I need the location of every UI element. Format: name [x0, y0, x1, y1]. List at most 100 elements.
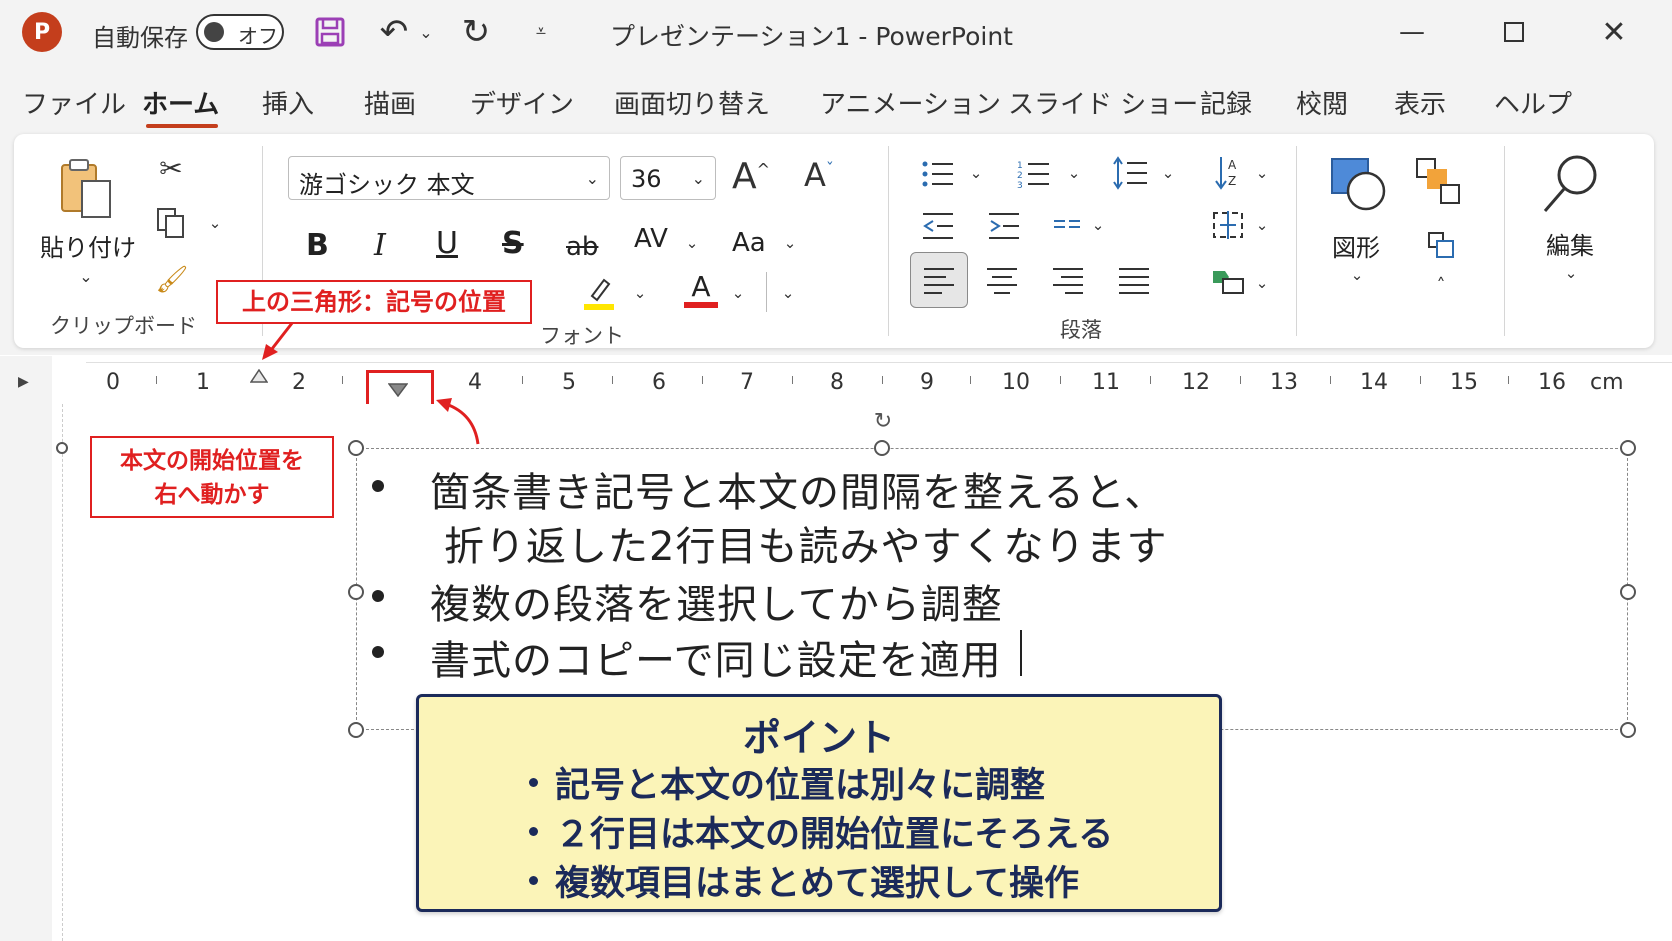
edit-label[interactable]: 編集 — [1546, 226, 1594, 261]
resize-handle[interactable] — [348, 440, 364, 456]
tab-slideshow[interactable]: スライド ショー — [1008, 84, 1198, 121]
chevron-down-icon[interactable]: ⌄ — [1254, 216, 1270, 234]
rotate-handle-icon[interactable]: ↻ — [870, 408, 896, 434]
tab-file[interactable]: ファイル — [22, 84, 126, 121]
tab-review[interactable]: 校閲 — [1296, 84, 1348, 121]
shapes-icon[interactable] — [1326, 154, 1390, 214]
character-spacing-button[interactable]: AV — [634, 224, 668, 254]
decrease-indent-icon[interactable] — [920, 210, 956, 242]
chevron-down-icon[interactable]: ⌄ — [1160, 164, 1176, 182]
chevron-down-icon[interactable]: ⌄ — [1254, 164, 1270, 182]
resize-handle[interactable] — [1620, 584, 1636, 600]
powerpoint-logo-icon: P — [22, 12, 62, 52]
font-size-box[interactable]: 36 ⌄ — [620, 156, 716, 200]
search-icon[interactable] — [1540, 150, 1604, 216]
line-spacing-icon[interactable] — [1112, 156, 1150, 190]
chevron-down-icon[interactable]: ⌄ — [968, 164, 984, 182]
chevron-down-icon[interactable]: ⌄ — [730, 284, 746, 302]
resize-handle[interactable] — [874, 440, 890, 456]
change-case-button[interactable]: Aa — [732, 228, 766, 258]
bullets-icon[interactable] — [920, 158, 956, 190]
align-text-icon[interactable] — [1210, 208, 1246, 242]
copy-icon[interactable] — [154, 206, 188, 240]
point-item: 複数項目はまとめて選択して操作 — [555, 864, 1079, 904]
tab-home[interactable]: ホーム — [142, 84, 219, 121]
tab-animations[interactable]: アニメーション — [820, 84, 1001, 121]
horizontal-ruler[interactable] — [86, 362, 1672, 402]
shrink-font-button[interactable]: Aˇ — [804, 156, 834, 194]
arrange-icon[interactable] — [1414, 156, 1464, 208]
increase-indent-icon[interactable] — [986, 210, 1022, 242]
resize-handle[interactable] — [348, 584, 364, 600]
resize-handle[interactable] — [348, 722, 364, 738]
quick-styles-icon[interactable] — [1426, 230, 1456, 260]
shadow-button[interactable]: S — [502, 226, 524, 261]
grow-font-button[interactable]: A^ — [732, 156, 770, 197]
paste-icon[interactable] — [54, 156, 118, 222]
save-icon[interactable] — [312, 14, 348, 50]
text-cursor — [1020, 630, 1022, 676]
resize-handle[interactable] — [1620, 722, 1636, 738]
text-direction-icon[interactable]: AZ — [1212, 152, 1246, 192]
font-color-button[interactable]: A — [684, 272, 718, 308]
font-name-box[interactable]: 游ゴシック 本文 ⌄ — [288, 156, 610, 200]
chevron-down-icon[interactable]: ⌄ — [1254, 274, 1270, 292]
paste-label[interactable]: 貼り付け — [40, 228, 136, 263]
chevron-up-icon[interactable]: ˄ — [1432, 275, 1450, 296]
underline-button[interactable]: U — [436, 226, 458, 261]
ruler-number: 5 — [562, 370, 576, 395]
tab-transitions[interactable]: 画面切り替え — [614, 84, 770, 121]
chevron-down-icon[interactable]: ⌄ — [1066, 164, 1082, 182]
chevron-down-icon[interactable]: ⌄ — [1562, 264, 1580, 282]
first-line-indent-marker[interactable] — [249, 368, 269, 383]
align-center-icon[interactable] — [984, 264, 1020, 296]
tab-draw[interactable]: 描画 — [364, 84, 416, 121]
font-dialog-icon[interactable]: ⌄ — [780, 284, 796, 302]
tab-design[interactable]: デザイン — [470, 84, 574, 121]
copy-dropdown-icon[interactable]: ⌄ — [206, 214, 224, 232]
cut-icon[interactable]: ✂ — [156, 150, 186, 186]
minimize-button[interactable]: — — [1392, 14, 1432, 50]
shapes-label[interactable]: 図形 — [1332, 228, 1380, 263]
chevron-down-icon[interactable]: ⌄ — [1090, 216, 1106, 234]
tab-help[interactable]: ヘルプ — [1494, 84, 1572, 121]
tab-view[interactable]: 表示 — [1394, 84, 1446, 121]
align-right-icon[interactable] — [1050, 264, 1086, 296]
columns-icon[interactable] — [1052, 212, 1082, 240]
thumbnail-expand-icon[interactable]: ▶ — [18, 374, 29, 390]
separator — [888, 146, 889, 336]
customize-qat-icon[interactable]: ⩡ — [528, 18, 554, 44]
align-left-button[interactable] — [910, 252, 968, 308]
chevron-down-icon[interactable]: ⌄ — [1348, 266, 1366, 284]
highlight-icon[interactable] — [582, 274, 616, 312]
bold-button[interactable]: B — [306, 228, 329, 263]
chevron-down-icon: ⌄ — [691, 169, 705, 188]
strikethrough-button[interactable]: ab — [566, 232, 598, 262]
ruler-number: 1 — [196, 370, 210, 395]
paste-dropdown-icon[interactable]: ⌄ — [76, 266, 96, 286]
bullet-dot — [372, 590, 384, 602]
tab-record[interactable]: 記録 — [1200, 84, 1252, 121]
justify-icon[interactable] — [1116, 264, 1152, 296]
italic-button[interactable]: I — [374, 228, 386, 263]
resize-handle[interactable] — [1620, 440, 1636, 456]
smartart-icon[interactable] — [1210, 264, 1246, 296]
undo-icon[interactable]: ↶ — [374, 12, 414, 52]
chevron-down-icon[interactable]: ⌄ — [684, 234, 700, 252]
undo-dropdown-icon[interactable]: ⌄ — [416, 20, 436, 44]
tab-insert[interactable]: 挿入 — [262, 84, 314, 121]
redo-icon[interactable]: ↻ — [456, 12, 496, 52]
format-painter-icon[interactable]: 🖌 — [156, 264, 189, 296]
callout-top-marker: 上の三角形：記号の位置 — [216, 280, 532, 324]
close-button[interactable]: ✕ — [1594, 14, 1634, 50]
separator — [766, 272, 767, 312]
hanging-indent-marker[interactable] — [387, 382, 409, 398]
maximize-button[interactable] — [1494, 14, 1534, 50]
numbering-icon[interactable]: 123 — [1016, 158, 1052, 190]
bullet-dot — [372, 646, 384, 658]
autosave-toggle[interactable]: オフ — [196, 14, 284, 50]
chevron-down-icon[interactable]: ⌄ — [632, 284, 648, 302]
chevron-down-icon[interactable]: ⌄ — [782, 234, 798, 252]
clipboard-group-label: クリップボード — [50, 314, 197, 338]
svg-text:3: 3 — [1017, 181, 1023, 189]
